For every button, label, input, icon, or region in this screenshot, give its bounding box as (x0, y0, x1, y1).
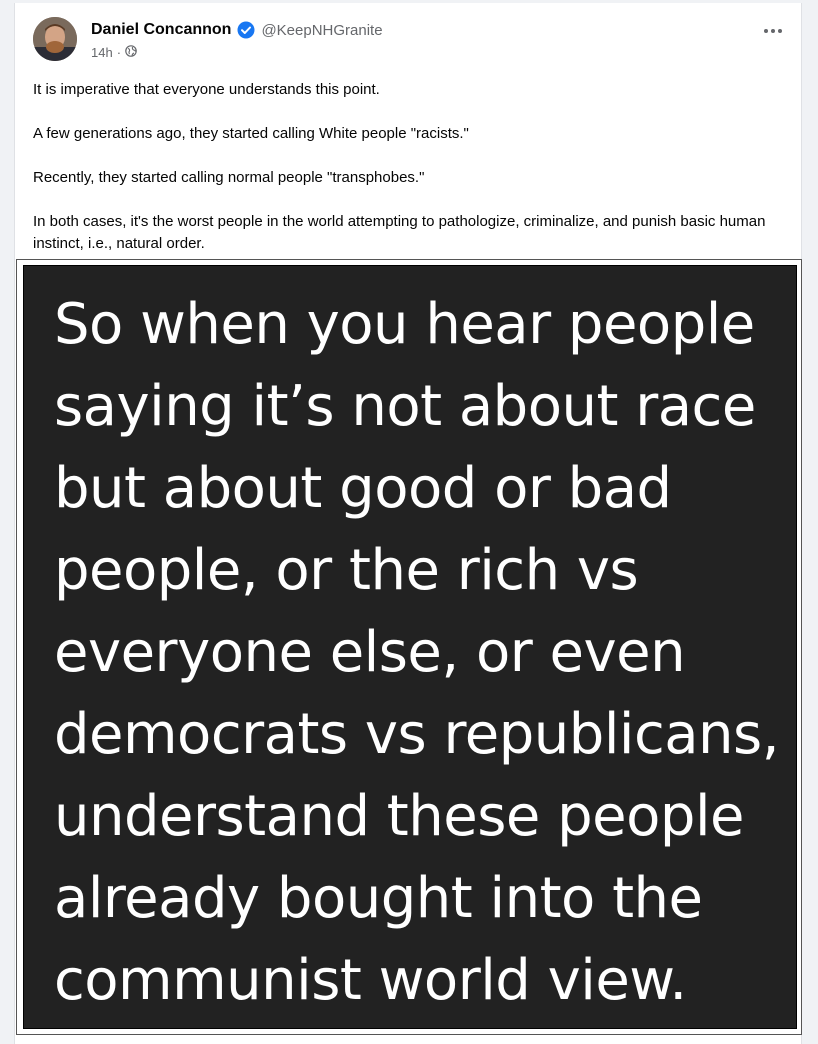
post-media-frame: So when you hear people saying it’s not … (16, 259, 802, 1035)
post-header: Daniel Concannon @KeepNHGranite 14h · (15, 3, 801, 67)
author-name[interactable]: Daniel Concannon (91, 21, 231, 39)
post-paragraph: In both cases, it's the worst people in … (33, 213, 766, 252)
author-row: Daniel Concannon @KeepNHGranite (91, 21, 383, 39)
verified-badge-icon (237, 21, 255, 39)
post-text: It is imperative that everyone understan… (33, 79, 783, 255)
post-image[interactable]: So when you hear people saying it’s not … (23, 265, 797, 1029)
meta-separator: · (116, 45, 122, 60)
post-card: Daniel Concannon @KeepNHGranite 14h · It… (14, 3, 802, 1044)
avatar-image (33, 17, 77, 61)
post-paragraph: Recently, they started calling normal pe… (33, 169, 425, 186)
post-meta: 14h · (91, 45, 137, 60)
author-handle[interactable]: @KeepNHGranite (261, 22, 382, 39)
post-paragraph: It is imperative that everyone understan… (33, 81, 380, 98)
more-options-icon[interactable] (759, 19, 787, 43)
author-avatar[interactable] (33, 17, 77, 61)
post-paragraph: A few generations ago, they started call… (33, 125, 469, 142)
public-globe-icon (125, 45, 137, 60)
post-timestamp[interactable]: 14h (91, 45, 113, 60)
image-quote-text: So when you hear people saying it’s not … (54, 292, 780, 1013)
